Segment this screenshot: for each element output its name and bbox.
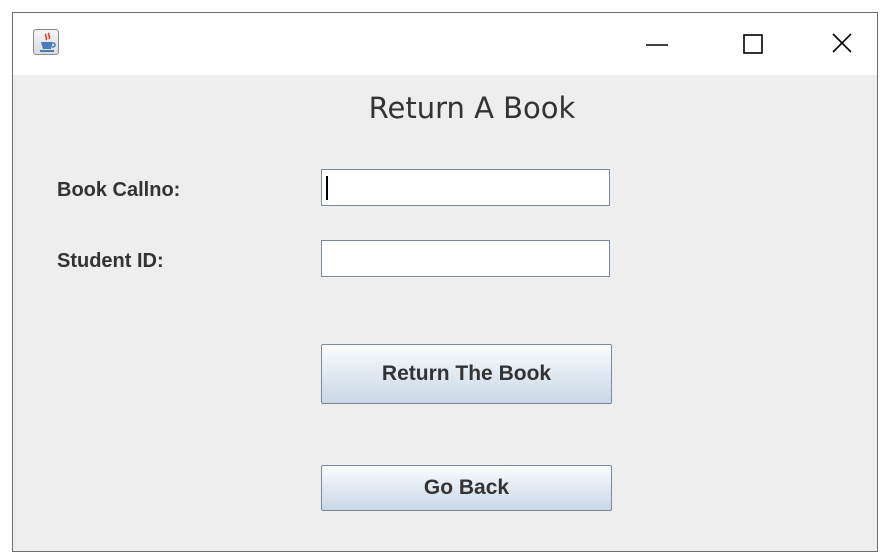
java-cup-icon[interactable] <box>33 29 59 55</box>
title-bar[interactable] <box>13 13 877 75</box>
return-book-button[interactable]: Return The Book <box>321 344 612 404</box>
maximize-button[interactable] <box>714 13 794 75</box>
text-caret <box>326 176 328 200</box>
close-button[interactable] <box>804 13 880 75</box>
return-book-window: Return A Book Book Callno: Student ID: R… <box>12 12 878 552</box>
minimize-icon <box>646 44 668 46</box>
dialog-title: Return A Book <box>368 91 576 125</box>
minimize-button[interactable] <box>618 13 698 75</box>
student-id-label: Student ID: <box>57 250 164 272</box>
book-callno-input[interactable] <box>321 169 610 206</box>
go-back-button[interactable]: Go Back <box>321 465 612 511</box>
book-callno-label: Book Callno: <box>57 179 181 201</box>
maximize-icon <box>743 34 763 54</box>
close-icon <box>832 33 852 53</box>
student-id-input[interactable] <box>321 240 610 277</box>
